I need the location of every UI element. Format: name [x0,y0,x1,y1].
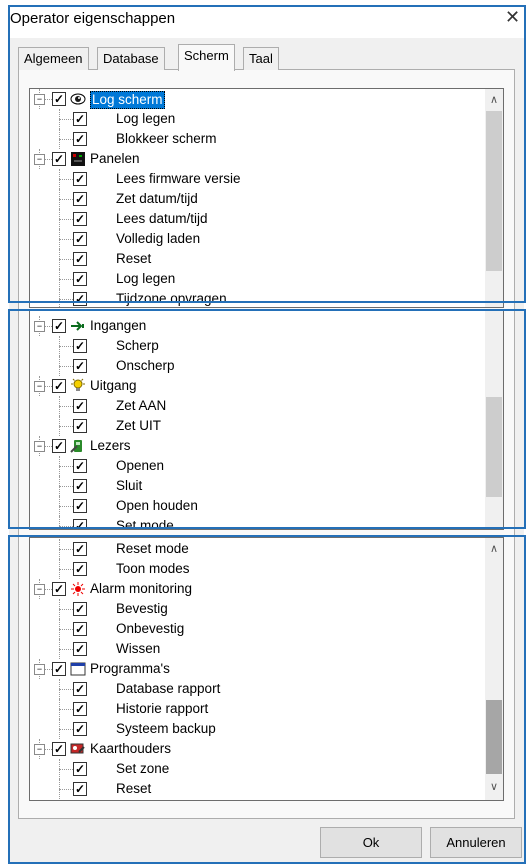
highlight-frame-middle [8,309,526,529]
tab-scherm[interactable]: Scherm [178,44,235,71]
ok-button[interactable]: Ok [320,827,422,858]
cancel-button[interactable]: Annuleren [430,827,522,858]
highlight-frame-top [8,5,526,303]
highlight-frame-bottom [8,535,526,864]
